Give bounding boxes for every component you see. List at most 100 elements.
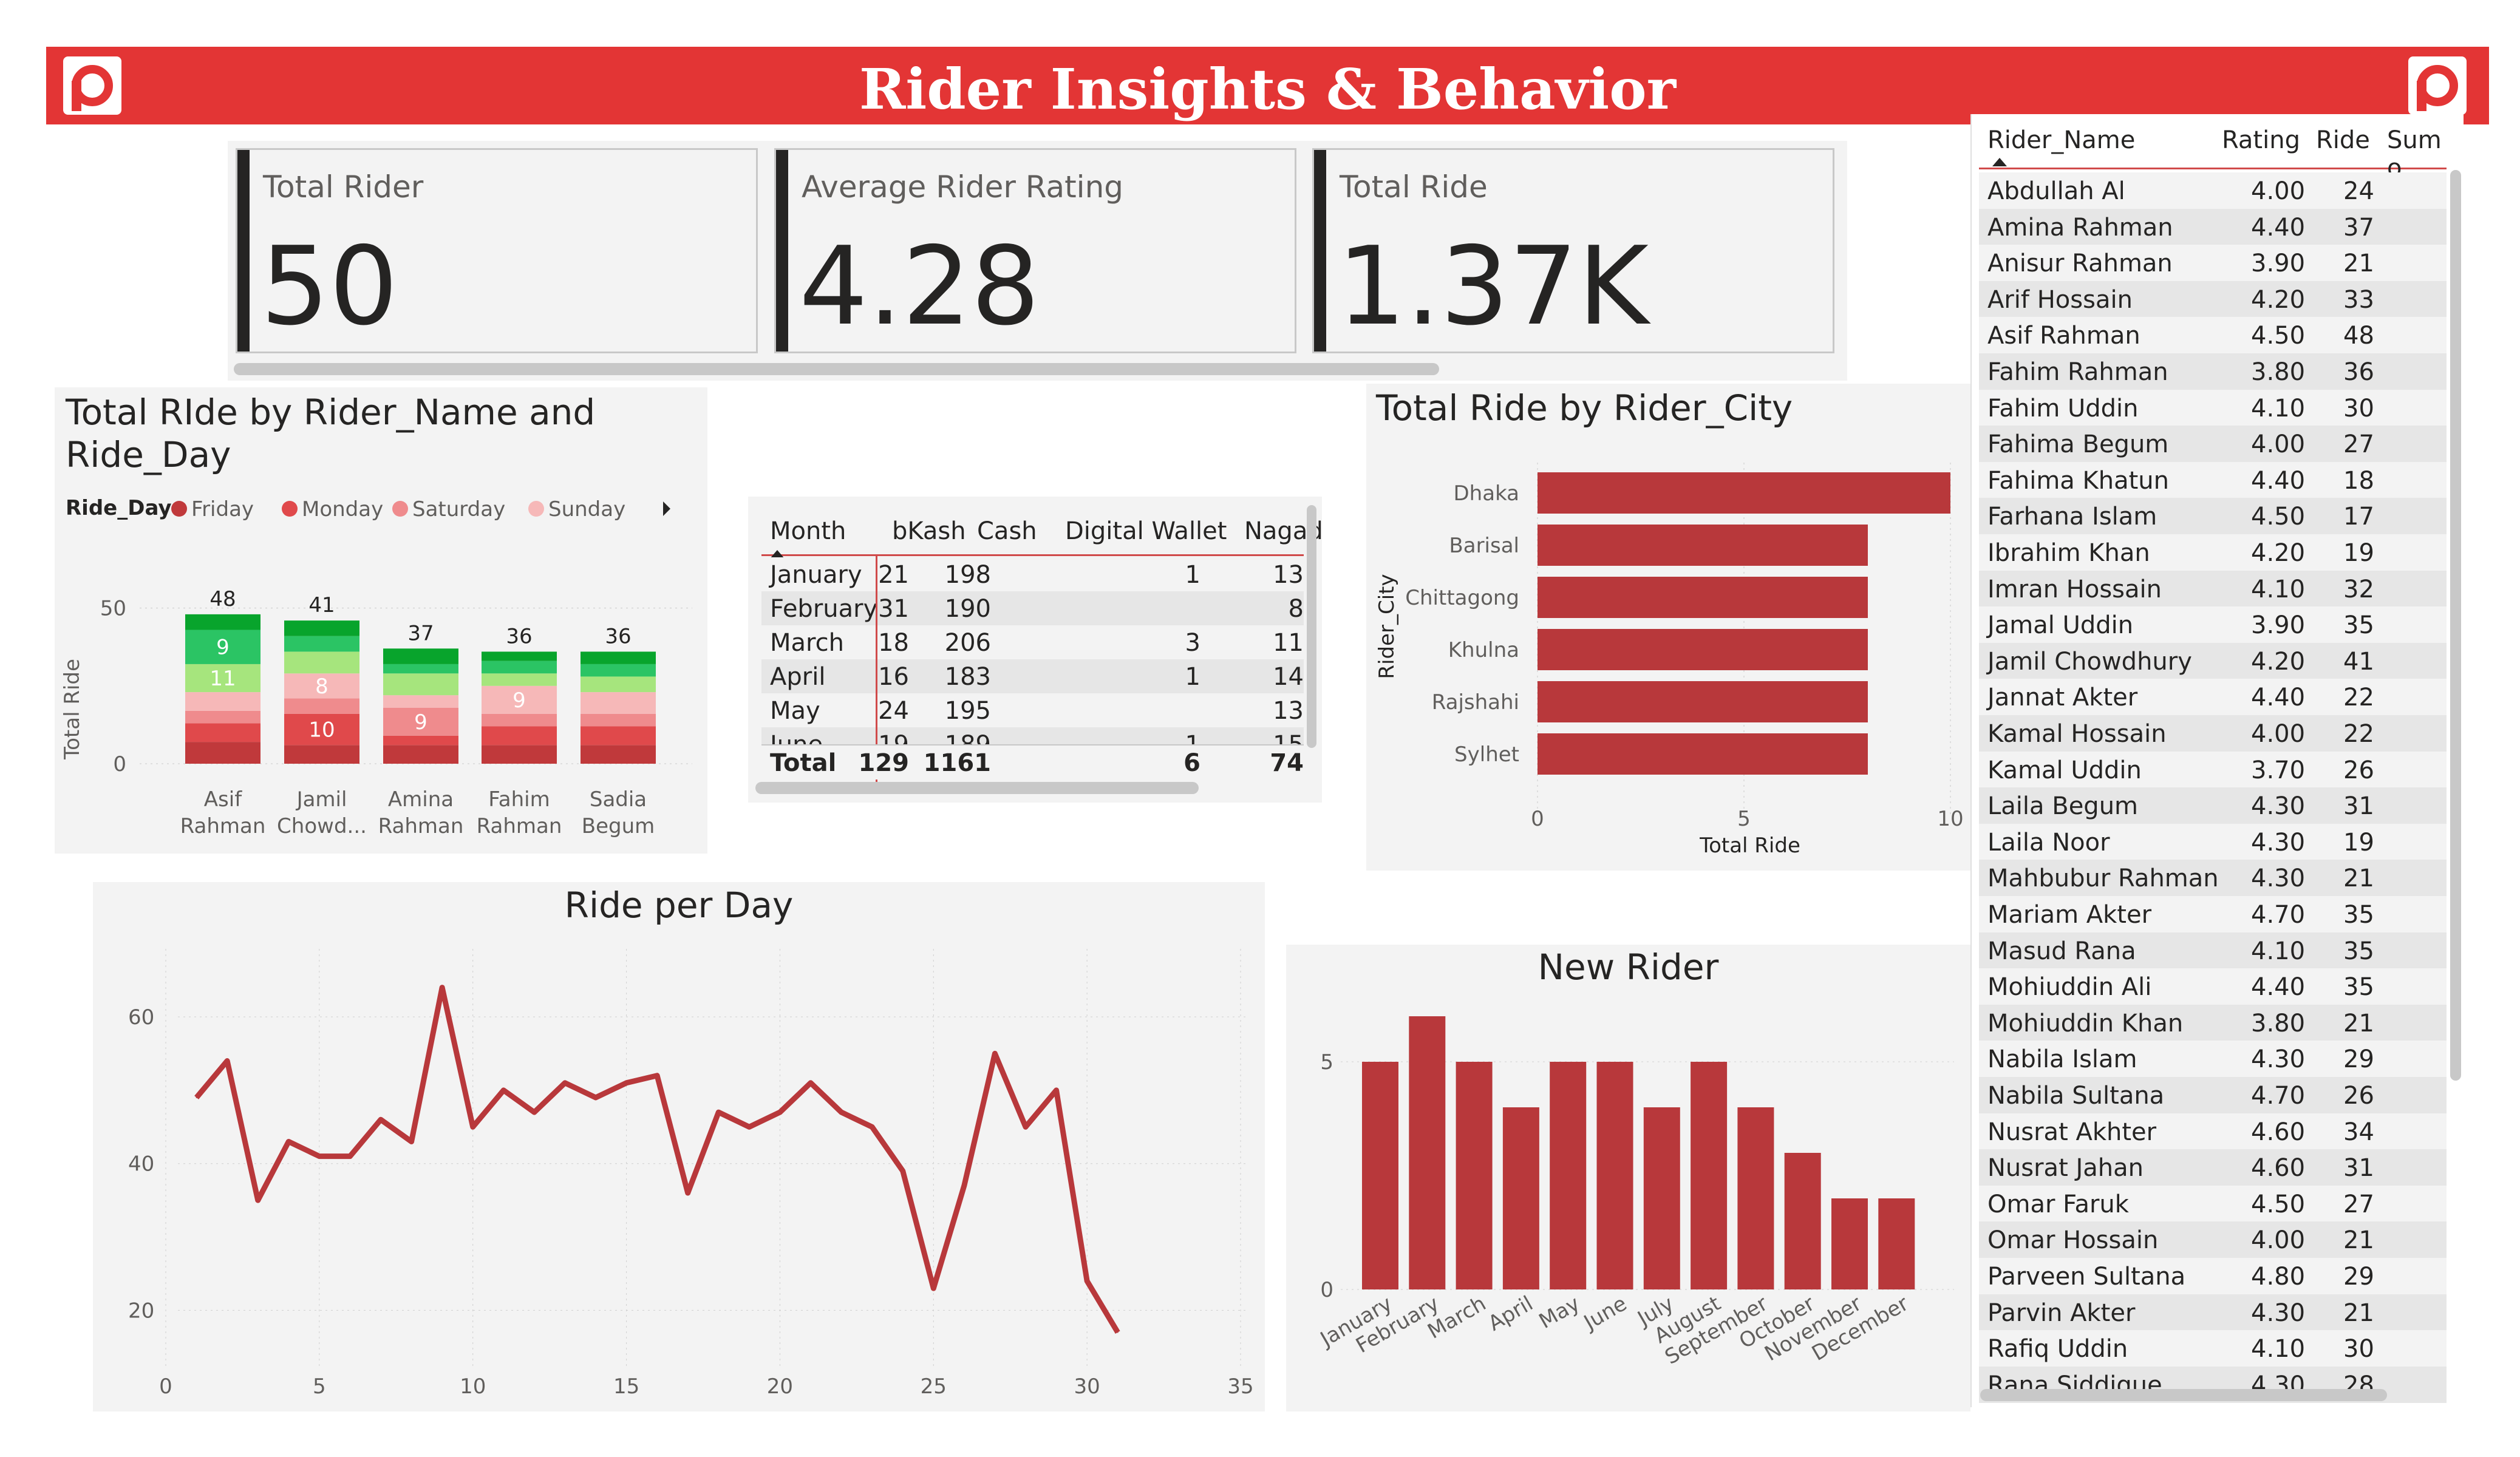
data-point[interactable] bbox=[196, 1096, 197, 1098]
bar[interactable] bbox=[1550, 1062, 1587, 1289]
horizontal-scrollbar[interactable] bbox=[755, 782, 1199, 794]
stacked-bar-segment[interactable] bbox=[581, 651, 656, 664]
data-point[interactable] bbox=[288, 1141, 290, 1143]
data-point[interactable] bbox=[1117, 1331, 1119, 1333]
kpi-scrollbar[interactable] bbox=[234, 363, 1439, 375]
data-point[interactable] bbox=[871, 1126, 873, 1128]
bar[interactable] bbox=[1737, 1107, 1774, 1289]
data-point[interactable] bbox=[503, 1089, 505, 1091]
data-point[interactable] bbox=[748, 1126, 750, 1128]
data-point[interactable] bbox=[1055, 1089, 1057, 1091]
stacked-bar-segment[interactable] bbox=[581, 692, 656, 714]
data-point[interactable] bbox=[718, 1112, 720, 1113]
legend-item[interactable]: Saturday bbox=[412, 497, 505, 521]
table-row[interactable]: Fahima Begum 4.00 27 bbox=[1979, 426, 2447, 463]
table-row[interactable]: Imran Hossain 4.10 32 bbox=[1979, 570, 2447, 607]
table-row[interactable]: Parvin Akter 4.30 21 bbox=[1979, 1294, 2447, 1331]
bar[interactable] bbox=[1691, 1062, 1728, 1289]
data-point[interactable] bbox=[625, 1082, 627, 1084]
bar[interactable] bbox=[1538, 629, 1868, 670]
stacked-bar-segment[interactable] bbox=[581, 713, 656, 727]
data-point[interactable] bbox=[318, 1155, 320, 1157]
data-point[interactable] bbox=[810, 1082, 811, 1084]
stacked-bar-segment[interactable] bbox=[185, 692, 261, 711]
stacked-bar-segment[interactable] bbox=[383, 648, 458, 664]
bar[interactable] bbox=[1643, 1107, 1680, 1289]
stacked-bar-segment[interactable] bbox=[482, 726, 557, 745]
stacked-bar-segment[interactable] bbox=[185, 614, 261, 630]
bar[interactable] bbox=[1831, 1198, 1868, 1289]
table-row[interactable]: Arif Hossain 4.20 33 bbox=[1979, 280, 2447, 318]
table-row[interactable]: February 31 190 8 bbox=[761, 591, 1304, 625]
bar[interactable] bbox=[1596, 1062, 1633, 1289]
data-point[interactable] bbox=[533, 1112, 535, 1113]
table-row[interactable]: Kamal Hossain 4.00 22 bbox=[1979, 715, 2447, 752]
table-row[interactable]: Parveen Sultana 4.80 29 bbox=[1979, 1258, 2447, 1294]
stacked-bar-segment[interactable] bbox=[482, 713, 557, 727]
legend-item[interactable]: Monday bbox=[302, 497, 383, 521]
data-point[interactable] bbox=[902, 1170, 904, 1172]
bar[interactable] bbox=[1362, 1062, 1398, 1289]
stacked-bar-segment[interactable] bbox=[284, 745, 359, 764]
stacked-bar-segment[interactable] bbox=[185, 710, 261, 724]
column-header[interactable]: Digital Wallet bbox=[1065, 517, 1227, 545]
table-row[interactable]: Nabila Islam 4.30 29 bbox=[1979, 1041, 2447, 1078]
vertical-scrollbar[interactable] bbox=[2450, 170, 2461, 1081]
table-row[interactable]: Masud Rana 4.10 35 bbox=[1979, 932, 2447, 969]
table-row[interactable]: Fahima Khatun 4.40 18 bbox=[1979, 461, 2447, 498]
stacked-bar-segment[interactable] bbox=[185, 723, 261, 742]
stacked-bar-segment[interactable] bbox=[383, 735, 458, 745]
data-point[interactable] bbox=[1025, 1126, 1026, 1128]
column-header[interactable]: Ride bbox=[2316, 126, 2370, 154]
table-row[interactable]: Laila Begum 4.30 31 bbox=[1979, 787, 2447, 824]
data-point[interactable] bbox=[687, 1192, 689, 1194]
table-row[interactable]: Mahbubur Rahman 4.30 21 bbox=[1979, 860, 2447, 897]
data-point[interactable] bbox=[840, 1112, 842, 1113]
horizontal-scrollbar[interactable] bbox=[1980, 1389, 2387, 1401]
column-header[interactable]: Month bbox=[770, 517, 846, 545]
series-line[interactable] bbox=[194, 985, 1120, 1334]
legend-item[interactable]: Friday bbox=[191, 497, 254, 521]
stacked-bar-segment[interactable] bbox=[284, 620, 359, 636]
stacked-bar-segment[interactable] bbox=[284, 651, 359, 674]
stacked-bar-segment[interactable] bbox=[185, 742, 261, 764]
table-row[interactable]: Jamil Chowdhury 4.20 41 bbox=[1979, 642, 2447, 679]
data-point[interactable] bbox=[257, 1200, 259, 1201]
table-row[interactable]: Mohiuddin Ali 4.40 35 bbox=[1979, 968, 2447, 1005]
table-row[interactable]: Farhana Islam 4.50 17 bbox=[1979, 498, 2447, 535]
table-row[interactable]: Omar Hossain 4.00 21 bbox=[1979, 1221, 2447, 1258]
bar[interactable] bbox=[1538, 472, 1950, 514]
data-point[interactable] bbox=[380, 1119, 381, 1121]
bar[interactable] bbox=[1784, 1153, 1821, 1289]
column-header[interactable]: Rider_Name bbox=[1987, 126, 2135, 154]
table-row[interactable]: Asif Rahman 4.50 48 bbox=[1979, 317, 2447, 354]
stacked-bar-segment[interactable] bbox=[581, 664, 656, 677]
table-row[interactable]: April 16 183 1 14 bbox=[761, 659, 1304, 693]
stacked-bar-segment[interactable] bbox=[383, 695, 458, 708]
table-row[interactable]: Nusrat Jahan 4.60 31 bbox=[1979, 1149, 2447, 1186]
stacked-bar-segment[interactable] bbox=[284, 698, 359, 714]
table-row[interactable]: January 21 198 1 13 bbox=[761, 557, 1304, 591]
table-row[interactable]: Jannat Akter 4.40 22 bbox=[1979, 679, 2447, 716]
data-point[interactable] bbox=[564, 1082, 566, 1084]
table-row[interactable]: Nusrat Akhter 4.60 34 bbox=[1979, 1113, 2447, 1150]
stacked-bar-segment[interactable] bbox=[482, 745, 557, 764]
stacked-bar-segment[interactable] bbox=[383, 673, 458, 696]
table-row[interactable]: Abdullah Al 4.00 24 bbox=[1979, 172, 2447, 209]
table-row[interactable]: Nabila Sultana 4.70 26 bbox=[1979, 1077, 2447, 1113]
data-point[interactable] bbox=[1086, 1280, 1088, 1282]
table-row[interactable]: Kamal Uddin 3.70 26 bbox=[1979, 751, 2447, 788]
table-row[interactable]: Omar Faruk 4.50 27 bbox=[1979, 1185, 2447, 1222]
data-point[interactable] bbox=[349, 1155, 351, 1157]
table-row[interactable]: Anisur Rahman 3.90 21 bbox=[1979, 245, 2447, 282]
table-row[interactable]: Laila Noor 4.30 19 bbox=[1979, 823, 2447, 860]
data-point[interactable] bbox=[226, 1060, 228, 1062]
table-row[interactable]: Ibrahim Khan 4.20 19 bbox=[1979, 534, 2447, 571]
stacked-bar-segment[interactable] bbox=[482, 651, 557, 661]
sort-ascending-icon[interactable] bbox=[1992, 158, 2007, 166]
data-point[interactable] bbox=[933, 1288, 935, 1289]
table-row[interactable]: Jamal Uddin 3.90 35 bbox=[1979, 606, 2447, 644]
bar[interactable] bbox=[1538, 681, 1868, 722]
stacked-bar-segment[interactable] bbox=[482, 661, 557, 674]
table-row[interactable]: March 18 206 3 11 bbox=[761, 625, 1304, 659]
